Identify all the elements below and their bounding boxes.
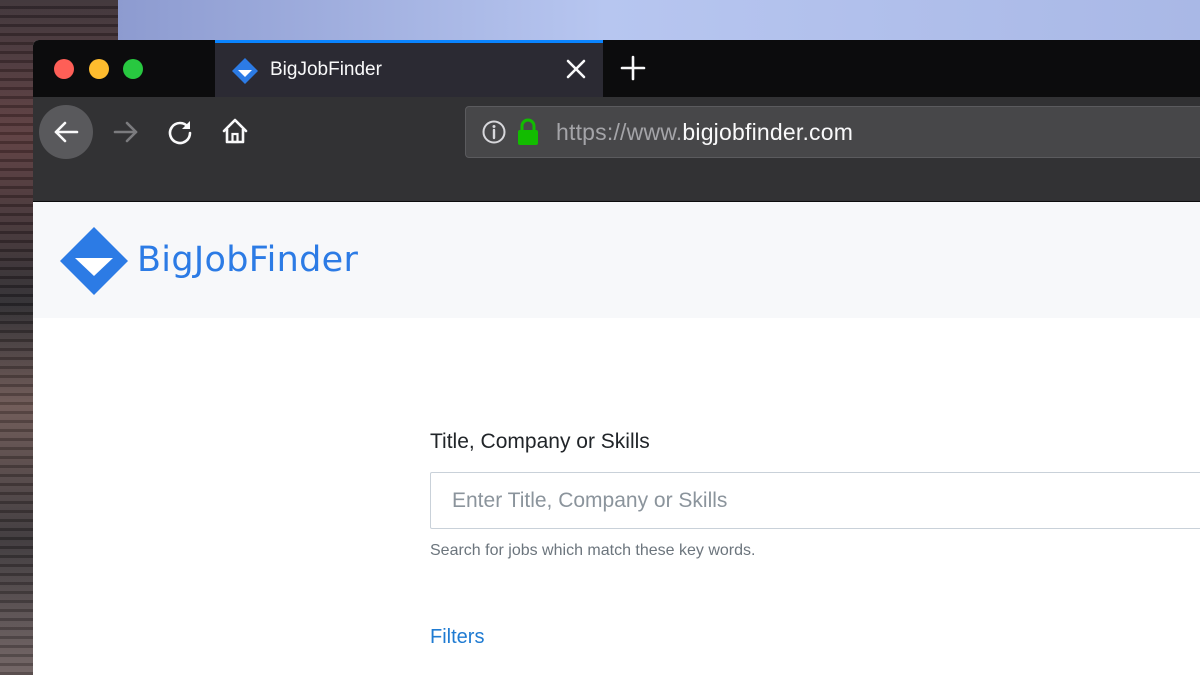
filters-link[interactable]: Filters [430, 626, 484, 649]
site-header: BigJobFinder [33, 202, 1200, 318]
tab-bar: BigJobFinder [33, 40, 1200, 97]
home-button[interactable] [218, 114, 252, 148]
search-label: Title, Company or Skills [430, 430, 650, 453]
arrow-left-icon [54, 121, 79, 143]
back-button[interactable] [39, 105, 93, 159]
site-name[interactable]: BigJobFinder [137, 240, 358, 280]
browser-window: BigJobFinder https://www.bigjobfinder.co… [33, 40, 1200, 675]
desktop-background [118, 0, 1200, 40]
reload-icon [168, 121, 192, 145]
lock-icon[interactable] [516, 117, 540, 147]
tab-active[interactable]: BigJobFinder [215, 40, 603, 97]
info-icon[interactable] [481, 119, 507, 145]
window-close-button[interactable] [54, 59, 74, 79]
page-content: BigJobFinder Title, Company or Skills Se… [33, 202, 1200, 675]
arrow-right-icon [113, 121, 138, 143]
navigation-toolbar: https://www.bigjobfinder.com [33, 97, 1200, 202]
plus-icon[interactable] [618, 50, 648, 86]
close-icon[interactable] [563, 56, 589, 82]
home-icon [222, 118, 248, 144]
url-domain: bigjobfinder.com [682, 119, 854, 145]
search-help-text: Search for jobs which match these key wo… [430, 542, 756, 559]
forward-button[interactable] [109, 115, 143, 149]
reload-button[interactable] [163, 115, 197, 149]
url-bar[interactable]: https://www.bigjobfinder.com [465, 106, 1200, 158]
window-maximize-button[interactable] [123, 59, 143, 79]
window-minimize-button[interactable] [89, 59, 109, 79]
tab-title: BigJobFinder [270, 59, 382, 80]
bigjobfinder-logo-icon[interactable] [59, 226, 129, 296]
bigjobfinder-logo-icon [232, 58, 258, 84]
search-input[interactable] [430, 472, 1200, 529]
url-text: https://www.bigjobfinder.com [556, 119, 853, 146]
url-scheme: https://www. [556, 119, 683, 145]
